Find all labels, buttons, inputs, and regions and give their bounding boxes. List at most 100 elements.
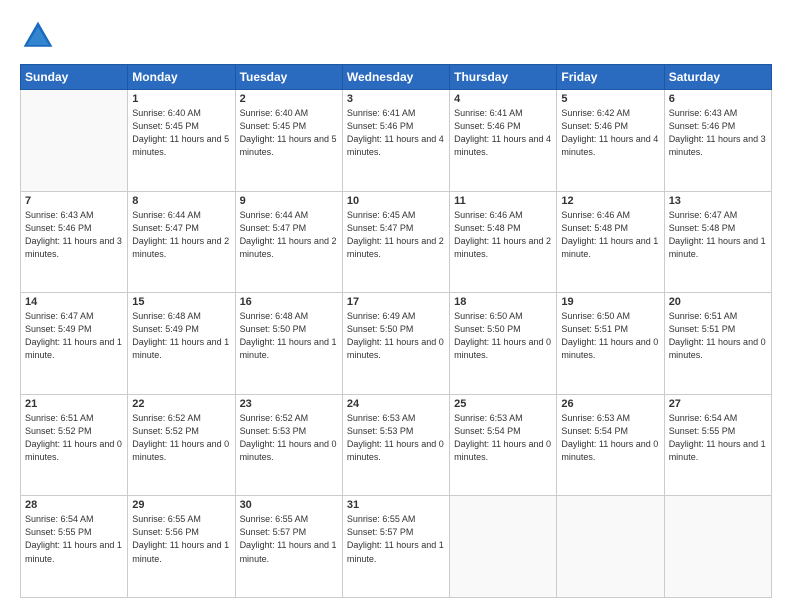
calendar-week-row: 1Sunrise: 6:40 AMSunset: 5:45 PMDaylight… [21, 90, 772, 192]
day-info: Sunrise: 6:55 AMSunset: 5:57 PMDaylight:… [240, 513, 338, 565]
calendar-day-cell: 29Sunrise: 6:55 AMSunset: 5:56 PMDayligh… [128, 496, 235, 598]
sunset-text: Sunset: 5:46 PM [347, 120, 445, 133]
sunrise-text: Sunrise: 6:53 AM [347, 412, 445, 425]
day-number: 1 [132, 93, 230, 105]
day-info: Sunrise: 6:50 AMSunset: 5:50 PMDaylight:… [454, 310, 552, 362]
calendar-day-cell: 24 Sunrise: 6:53 AMSunset: 5:53 PMDayligh… [342, 394, 449, 496]
sunrise-text: Sunrise: 6:53 AM [454, 412, 552, 425]
calendar-day-cell [557, 496, 664, 598]
daylight-text: Daylight: 11 hours and 0 minutes. [347, 438, 445, 464]
daylight-text: Daylight: 11 hours and 0 minutes. [132, 438, 230, 464]
day-number: 8 [132, 195, 230, 207]
sunset-text: Sunset: 5:47 PM [240, 222, 338, 235]
sunrise-text: Sunrise: 6:54 AM [25, 513, 123, 526]
calendar-day-cell: 31Sunrise: 6:55 AMSunset: 5:57 PMDayligh… [342, 496, 449, 598]
day-info: Sunrise: 6:52 AMSunset: 5:52 PMDaylight:… [132, 412, 230, 464]
sunrise-text: Sunrise: 6:40 AM [132, 107, 230, 120]
calendar-day-cell: 4 Sunrise: 6:41 AMSunset: 5:46 PMDaylight… [450, 90, 557, 192]
daylight-text: Daylight: 11 hours and 0 minutes. [454, 438, 552, 464]
daylight-text: Daylight: 11 hours and 3 minutes. [25, 235, 123, 261]
sunset-text: Sunset: 5:52 PM [132, 425, 230, 438]
daylight-text: Daylight: 11 hours and 1 minute. [561, 235, 659, 261]
sunset-text: Sunset: 5:55 PM [25, 526, 123, 539]
calendar-day-cell [450, 496, 557, 598]
sunset-text: Sunset: 5:56 PM [132, 526, 230, 539]
sunrise-text: Sunrise: 6:55 AM [240, 513, 338, 526]
calendar-table: SundayMondayTuesdayWednesdayThursdayFrid… [20, 64, 772, 598]
daylight-text: Daylight: 11 hours and 4 minutes. [454, 133, 552, 159]
calendar-day-cell: 27Sunrise: 6:54 AMSunset: 5:55 PMDayligh… [664, 394, 771, 496]
day-number: 12 [561, 195, 659, 207]
calendar-day-cell: 26Sunrise: 6:53 AMSunset: 5:54 PMDayligh… [557, 394, 664, 496]
sunrise-text: Sunrise: 6:47 AM [25, 310, 123, 323]
sunset-text: Sunset: 5:51 PM [669, 323, 767, 336]
day-info: Sunrise: 6:46 AMSunset: 5:48 PMDaylight:… [454, 209, 552, 261]
logo-icon [20, 18, 56, 54]
sunrise-text: Sunrise: 6:50 AM [454, 310, 552, 323]
day-number: 31 [347, 499, 445, 511]
daylight-text: Daylight: 11 hours and 2 minutes. [347, 235, 445, 261]
daylight-text: Daylight: 11 hours and 2 minutes. [240, 235, 338, 261]
day-info: Sunrise: 6:53 AMSunset: 5:53 PMDaylight:… [347, 412, 445, 464]
sunset-text: Sunset: 5:45 PM [132, 120, 230, 133]
day-number: 4 [454, 93, 552, 105]
day-number: 5 [561, 93, 659, 105]
sunrise-text: Sunrise: 6:42 AM [561, 107, 659, 120]
calendar-week-row: 21Sunrise: 6:51 AMSunset: 5:52 PMDayligh… [21, 394, 772, 496]
calendar-day-cell: 19Sunrise: 6:50 AMSunset: 5:51 PMDayligh… [557, 293, 664, 395]
daylight-text: Daylight: 11 hours and 0 minutes. [240, 438, 338, 464]
day-info: Sunrise: 6:51 AMSunset: 5:51 PMDaylight:… [669, 310, 767, 362]
day-number: 6 [669, 93, 767, 105]
sunrise-text: Sunrise: 6:48 AM [132, 310, 230, 323]
sunset-text: Sunset: 5:46 PM [25, 222, 123, 235]
daylight-text: Daylight: 11 hours and 0 minutes. [561, 336, 659, 362]
weekday-header-row: SundayMondayTuesdayWednesdayThursdayFrid… [21, 65, 772, 90]
sunset-text: Sunset: 5:49 PM [132, 323, 230, 336]
sunrise-text: Sunrise: 6:52 AM [132, 412, 230, 425]
sunrise-text: Sunrise: 6:45 AM [347, 209, 445, 222]
sunset-text: Sunset: 5:46 PM [454, 120, 552, 133]
sunrise-text: Sunrise: 6:46 AM [561, 209, 659, 222]
day-info: Sunrise: 6:51 AMSunset: 5:52 PMDaylight:… [25, 412, 123, 464]
sunrise-text: Sunrise: 6:51 AM [25, 412, 123, 425]
day-number: 2 [240, 93, 338, 105]
day-number: 30 [240, 499, 338, 511]
daylight-text: Daylight: 11 hours and 0 minutes. [454, 336, 552, 362]
sunrise-text: Sunrise: 6:55 AM [347, 513, 445, 526]
sunset-text: Sunset: 5:52 PM [25, 425, 123, 438]
day-info: Sunrise: 6:48 AMSunset: 5:50 PMDaylight:… [240, 310, 338, 362]
day-number: 25 [454, 398, 552, 410]
weekday-header-cell: Monday [128, 65, 235, 90]
sunrise-text: Sunrise: 6:41 AM [454, 107, 552, 120]
daylight-text: Daylight: 11 hours and 2 minutes. [454, 235, 552, 261]
day-number: 24 [347, 398, 445, 410]
weekday-header-cell: Sunday [21, 65, 128, 90]
calendar-day-cell: 18Sunrise: 6:50 AMSunset: 5:50 PMDayligh… [450, 293, 557, 395]
day-number: 16 [240, 296, 338, 308]
calendar-day-cell: 22 Sunrise: 6:52 AMSunset: 5:52 PMDayligh… [128, 394, 235, 496]
sunrise-text: Sunrise: 6:52 AM [240, 412, 338, 425]
day-info: Sunrise: 6:42 AMSunset: 5:46 PMDaylight:… [561, 107, 659, 159]
daylight-text: Daylight: 11 hours and 1 minute. [669, 438, 767, 464]
sunset-text: Sunset: 5:50 PM [347, 323, 445, 336]
sunset-text: Sunset: 5:57 PM [240, 526, 338, 539]
day-number: 21 [25, 398, 123, 410]
sunset-text: Sunset: 5:48 PM [669, 222, 767, 235]
day-number: 22 [132, 398, 230, 410]
header [20, 18, 772, 54]
day-number: 10 [347, 195, 445, 207]
daylight-text: Daylight: 11 hours and 1 minute. [240, 336, 338, 362]
calendar-day-cell: 25Sunrise: 6:53 AMSunset: 5:54 PMDayligh… [450, 394, 557, 496]
sunset-text: Sunset: 5:55 PM [669, 425, 767, 438]
calendar-day-cell: 17Sunrise: 6:49 AMSunset: 5:50 PMDayligh… [342, 293, 449, 395]
sunrise-text: Sunrise: 6:40 AM [240, 107, 338, 120]
calendar-week-row: 7Sunrise: 6:43 AMSunset: 5:46 PMDaylight… [21, 191, 772, 293]
calendar-day-cell: 7Sunrise: 6:43 AMSunset: 5:46 PMDaylight… [21, 191, 128, 293]
daylight-text: Daylight: 11 hours and 5 minutes. [132, 133, 230, 159]
daylight-text: Daylight: 11 hours and 0 minutes. [347, 336, 445, 362]
day-info: Sunrise: 6:50 AMSunset: 5:51 PMDaylight:… [561, 310, 659, 362]
sunset-text: Sunset: 5:49 PM [25, 323, 123, 336]
weekday-header-cell: Saturday [664, 65, 771, 90]
daylight-text: Daylight: 11 hours and 0 minutes. [561, 438, 659, 464]
weekday-header-cell: Thursday [450, 65, 557, 90]
